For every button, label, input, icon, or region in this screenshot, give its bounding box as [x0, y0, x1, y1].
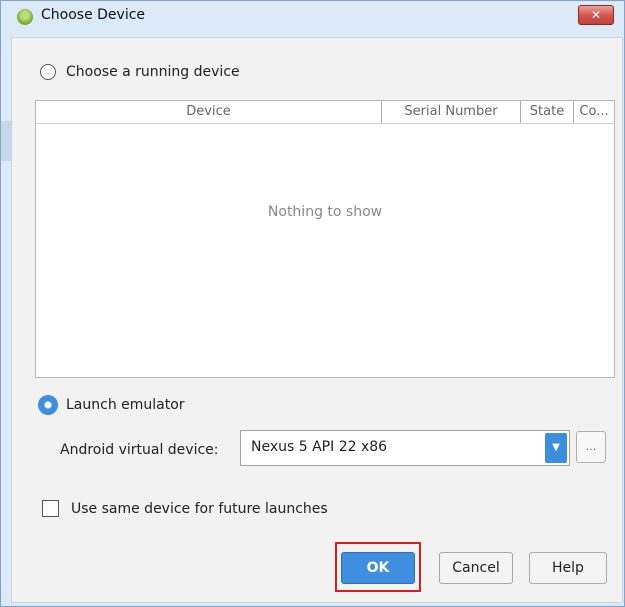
window-border-accent — [1, 121, 11, 161]
same-device-label: Use same device for future launches — [71, 500, 328, 517]
dialog-title: Choose Device — [41, 7, 146, 23]
selected-avd-value: Nexus 5 API 22 x86 — [251, 439, 388, 455]
column-header-state[interactable]: State — [520, 101, 573, 123]
android-virtual-device-select[interactable]: Nexus 5 API 22 x86 ▼ — [240, 430, 570, 466]
same-device-option[interactable]: Use same device for future launches — [42, 500, 328, 517]
dialog-content: Choose a running device Device Serial Nu… — [11, 37, 623, 603]
choose-device-dialog: Choose Device ✕ Choose a running device … — [0, 0, 625, 607]
browse-avd-button[interactable]: ... — [576, 431, 606, 463]
column-header-serial-number[interactable]: Serial Number — [381, 101, 520, 123]
choose-running-device-label: Choose a running device — [66, 64, 240, 80]
same-device-checkbox[interactable] — [42, 500, 59, 517]
empty-table-message: Nothing to show — [267, 204, 383, 220]
android-virtual-device-label: Android virtual device: — [60, 442, 219, 458]
column-header-compatible[interactable]: Co... — [573, 101, 614, 123]
column-header-device[interactable]: Device — [36, 101, 381, 123]
android-studio-icon — [17, 9, 33, 25]
cancel-button[interactable]: Cancel — [439, 552, 513, 584]
table-header: Device Serial Number State Co... — [36, 101, 614, 124]
choose-running-device-radio[interactable] — [40, 64, 56, 80]
launch-emulator-radio[interactable] — [38, 395, 58, 415]
help-button[interactable]: Help — [529, 552, 607, 584]
dropdown-arrow-icon[interactable]: ▼ — [545, 433, 567, 463]
launch-emulator-label: Launch emulator — [66, 397, 185, 413]
title-bar: Choose Device ✕ — [1, 1, 624, 31]
running-devices-table[interactable]: Device Serial Number State Co... Nothing… — [35, 100, 615, 378]
launch-emulator-option[interactable]: Launch emulator — [38, 395, 185, 415]
close-button[interactable]: ✕ — [578, 5, 614, 25]
ok-button[interactable]: OK — [341, 552, 415, 584]
choose-running-device-option[interactable]: Choose a running device — [40, 64, 240, 80]
